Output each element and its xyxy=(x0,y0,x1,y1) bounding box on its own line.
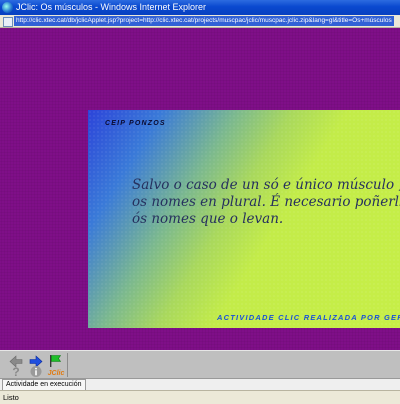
help-button[interactable]: ? xyxy=(9,365,23,378)
message-line: Salvo o caso de un só e único músculo , … xyxy=(132,177,400,193)
internet-explorer-icon xyxy=(2,2,13,13)
message-line: os nomes en plural. É necesario poñerlle… xyxy=(132,194,400,210)
page-icon xyxy=(3,17,13,27)
message-line: ós nomes que o levan. xyxy=(132,211,284,227)
credits-label: ACTIVIDADE CLIC REALIZADA POR GER xyxy=(217,313,400,322)
window-title: JClic: Os músculos - Windows Internet Ex… xyxy=(16,2,207,12)
toolbar-separator xyxy=(67,353,68,377)
info-button[interactable] xyxy=(29,365,43,378)
info-icon xyxy=(30,366,42,377)
address-url[interactable]: http://clic.xtec.cat/db/jclicApplet.jsp?… xyxy=(14,16,394,26)
activity-panel[interactable]: CEIP PONZOS Salvo o caso de un só e únic… xyxy=(88,110,400,328)
browser-status-bar: Listo xyxy=(0,390,400,404)
question-icon: ? xyxy=(12,365,19,378)
svg-text:?: ? xyxy=(12,365,19,378)
jclic-toolbar: ? JClic xyxy=(0,350,400,379)
address-bar[interactable]: http://clic.xtec.cat/db/jclicApplet.jsp?… xyxy=(0,15,400,28)
svg-text:JClic: JClic xyxy=(48,370,65,377)
jclic-logo-icon: JClic xyxy=(48,370,65,377)
window-title-bar[interactable]: JClic: Os músculos - Windows Internet Ex… xyxy=(0,0,400,15)
about-button[interactable]: JClic xyxy=(47,365,65,378)
activity-status-bar: Actividade en execución xyxy=(0,378,400,391)
jclic-stage: CEIP PONZOS Salvo o caso de un só e únic… xyxy=(0,28,400,350)
browser-status-text: Listo xyxy=(3,393,19,402)
activity-message: Salvo o caso de un só e único músculo , … xyxy=(132,177,400,228)
school-label: CEIP PONZOS xyxy=(105,120,166,127)
